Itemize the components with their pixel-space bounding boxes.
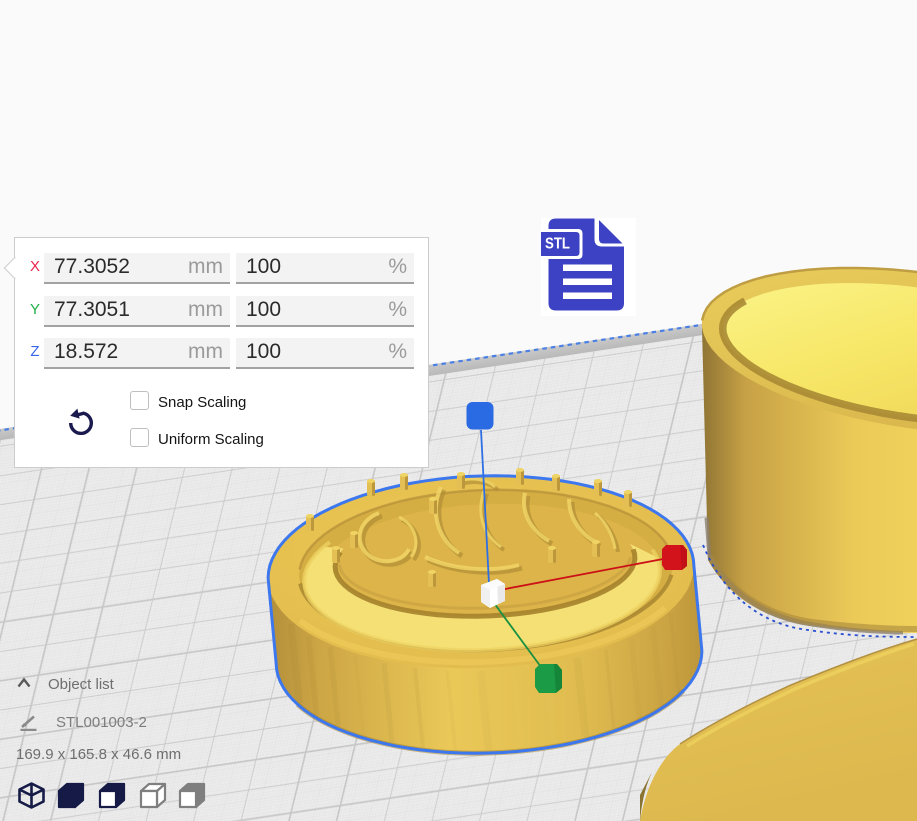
svg-text:STL: STL — [545, 236, 570, 253]
